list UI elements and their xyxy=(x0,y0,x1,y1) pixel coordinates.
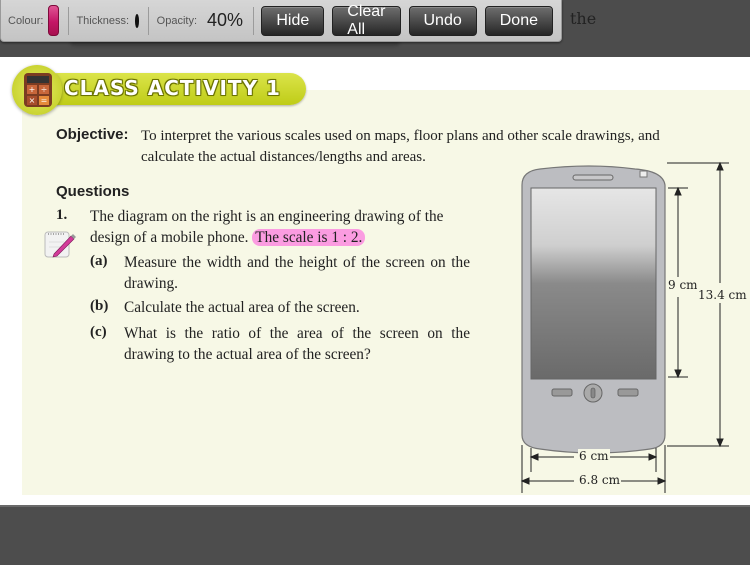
clear-all-button[interactable]: Clear All xyxy=(332,6,400,36)
hide-button[interactable]: Hide xyxy=(261,6,324,36)
phone-button-left xyxy=(552,389,572,396)
arrowhead xyxy=(675,188,681,195)
part-a-text: Measure the width and the height of the … xyxy=(124,252,470,294)
calculator-badge: + ÷ × = xyxy=(12,65,62,115)
phone-speaker xyxy=(573,175,613,180)
phone-screen xyxy=(531,188,656,379)
phone-home-glyph xyxy=(591,388,595,398)
banner-title: CLASS ACTIVITY 1 xyxy=(64,76,281,100)
part-c-label: (c) xyxy=(90,324,107,341)
phone-width-label: 6.8 cm xyxy=(578,473,621,487)
part-a-label: (a) xyxy=(90,253,108,270)
question-number: 1. xyxy=(56,207,67,224)
arrowhead xyxy=(522,478,529,484)
calc-key-times: × xyxy=(27,96,37,105)
arrowhead xyxy=(658,478,665,484)
opacity-value[interactable]: 40% xyxy=(207,10,243,31)
calc-key-divide: ÷ xyxy=(39,85,49,94)
arrowhead xyxy=(675,370,681,377)
note-pencil-icon[interactable] xyxy=(44,229,76,259)
part-c-text: What is the ratio of the area of the scr… xyxy=(124,323,470,365)
arrowhead xyxy=(717,439,723,446)
bottom-bar xyxy=(0,505,750,565)
undo-button[interactable]: Undo xyxy=(409,6,477,36)
objective-label: Objective: xyxy=(56,126,129,143)
highlight-annotation[interactable]: The scale is 1 : 2. xyxy=(252,229,365,246)
obscured-text-fragment: the xyxy=(570,9,596,28)
arrowhead xyxy=(531,454,538,460)
screen-width-label: 6 cm xyxy=(578,449,610,463)
colour-label: Colour: xyxy=(8,15,43,27)
arrowhead xyxy=(717,163,723,170)
colour-swatch-button[interactable] xyxy=(48,5,59,36)
calculator-screen xyxy=(27,76,49,83)
phone-diagram xyxy=(510,155,750,500)
class-activity-banner: CLASS ACTIVITY 1 + ÷ × = xyxy=(12,65,306,113)
thickness-label: Thickness: xyxy=(76,15,129,27)
question-1-text: The diagram on the right is an engineeri… xyxy=(90,206,480,248)
screen-height-label: 9 cm xyxy=(667,278,699,292)
opacity-label: Opacity: xyxy=(157,15,197,27)
calc-key-equals: = xyxy=(39,96,49,105)
thickness-selector[interactable] xyxy=(135,14,139,28)
phone-sensor xyxy=(640,171,647,177)
calculator-icon: + ÷ × = xyxy=(24,73,52,107)
questions-heading: Questions xyxy=(56,183,129,200)
arrowhead xyxy=(649,454,656,460)
phone-button-right xyxy=(618,389,638,396)
done-button[interactable]: Done xyxy=(485,6,553,36)
calc-key-plus: + xyxy=(27,85,37,94)
part-b-label: (b) xyxy=(90,298,108,315)
phone-height-label: 13.4 cm xyxy=(697,288,748,302)
part-b-text: Calculate the actual area of the screen. xyxy=(124,297,470,318)
annotation-toolbar: Colour: Thickness: Opacity: 40% Hide Cle… xyxy=(0,0,562,42)
